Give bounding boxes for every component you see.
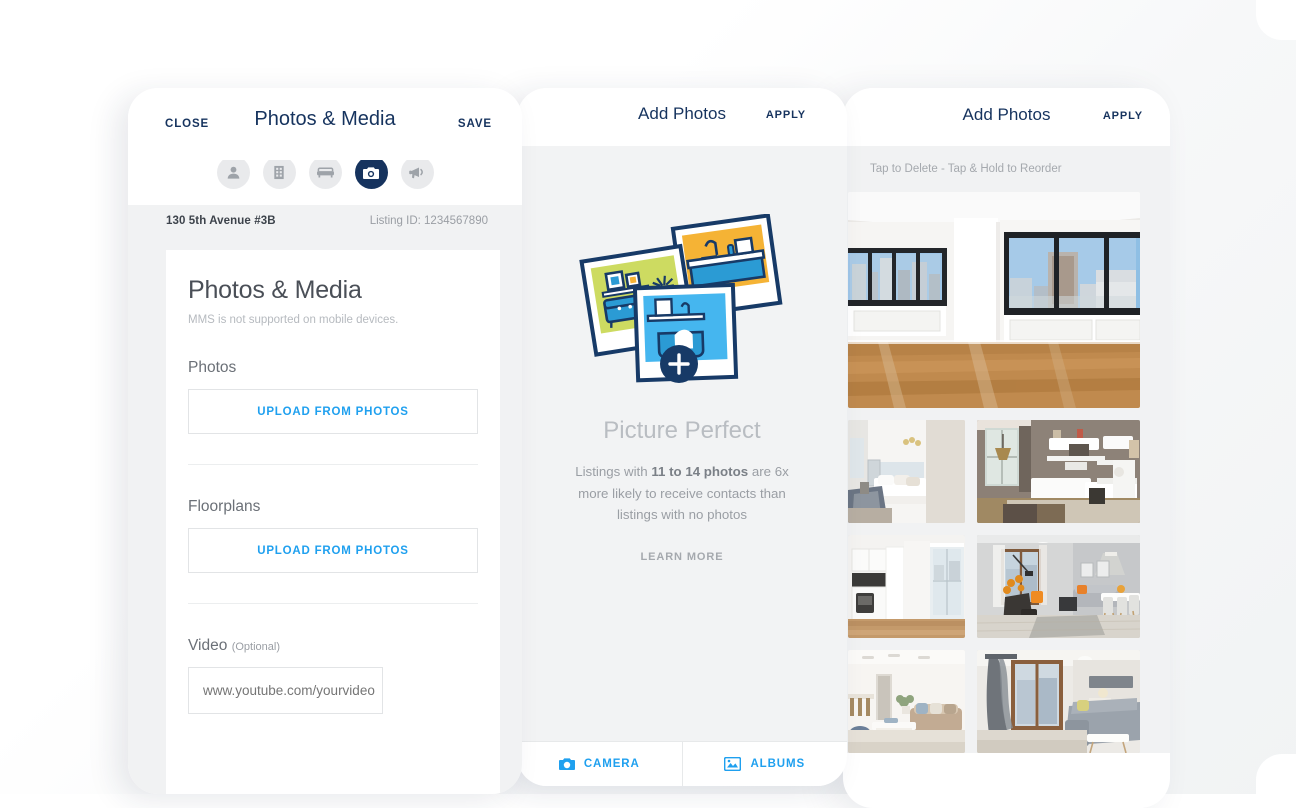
tab-albums[interactable]: ALBUMS xyxy=(681,742,847,786)
photo-grid-row xyxy=(848,650,1143,753)
empty-state-body: Listings with 11 to 14 photos are 6x mor… xyxy=(575,461,790,526)
camera-icon xyxy=(363,166,379,179)
phone1-navbar: CLOSE Photos & Media SAVE xyxy=(128,88,522,160)
empty-state-heading: Picture Perfect xyxy=(603,417,761,444)
photo-stack-illustration xyxy=(575,213,790,389)
albums-icon xyxy=(724,757,742,771)
upload-photos-button[interactable]: UPLOAD FROM PHOTOS xyxy=(188,389,478,434)
phone-screen-add-photos-empty: Add Photos APPLY Picture Perfect Listing… xyxy=(517,88,847,786)
phone3-apply-button[interactable]: APPLY xyxy=(1103,110,1143,122)
tab-photos-media[interactable] xyxy=(354,156,388,189)
building-icon xyxy=(274,165,284,180)
phone-screen-photo-grid: Add Photos APPLY Tap to Delete - Tap & H… xyxy=(843,88,1170,808)
learn-more-link[interactable]: LEARN MORE xyxy=(641,551,724,563)
section-icon-tabs xyxy=(128,156,522,205)
form-subheading: MMS is not supported on mobile devices. xyxy=(188,314,399,326)
thumb-curtained-balcony-lounge xyxy=(977,650,1140,753)
thumb-white-bedroom xyxy=(848,420,965,523)
video-url-input[interactable] xyxy=(188,667,383,714)
photo-tile-hero[interactable] xyxy=(848,192,1140,408)
phone3-hint-text: Tap to Delete - Tap & Hold to Reorder xyxy=(843,146,1170,192)
page-corner-top-right xyxy=(1256,0,1296,40)
divider xyxy=(188,464,478,465)
thumb-white-kitchen xyxy=(848,535,965,638)
phone2-bottom-tabbar: CAMERA ALBUMS xyxy=(517,741,847,786)
person-icon xyxy=(227,166,239,179)
sofa-icon xyxy=(316,167,334,178)
photo-tile-shelving[interactable] xyxy=(977,420,1140,523)
phone-screen-photos-media: CLOSE Photos & Media SAVE 130 5th Avenue… xyxy=(128,88,522,794)
video-label-text: Video xyxy=(188,637,228,654)
photo-grid-row xyxy=(848,535,1143,638)
body-prefix: Listings with xyxy=(575,464,652,479)
upload-floorplans-button[interactable]: UPLOAD FROM PHOTOS xyxy=(188,528,478,573)
screenshot-stage: Add Photos APPLY Tap to Delete - Tap & H… xyxy=(0,0,1296,808)
photo-tile-gray-living-dining[interactable] xyxy=(977,535,1140,638)
video-section-label: Video (Optional) xyxy=(188,637,478,655)
photo-tile-bedroom[interactable] xyxy=(848,420,965,523)
thumb-modern-shelving-unit xyxy=(977,420,1140,523)
hero-empty-living-room-city-view xyxy=(848,192,1140,408)
divider xyxy=(188,603,478,604)
thumb-gray-living-dining-room xyxy=(977,535,1140,638)
video-optional-text: (Optional) xyxy=(231,641,280,653)
form-heading: Photos & Media xyxy=(188,276,362,304)
tab-building[interactable] xyxy=(262,156,296,189)
save-button[interactable]: SAVE xyxy=(458,118,492,130)
phone2-apply-button[interactable]: APPLY xyxy=(766,109,806,121)
photo-grid-row xyxy=(848,420,1143,523)
photo-tile-beige-living[interactable] xyxy=(848,650,965,753)
listing-summary-bar: 130 5th Avenue #3B Listing ID: 123456789… xyxy=(128,205,522,237)
listing-address: 130 5th Avenue #3B xyxy=(166,215,276,227)
tab-marketing[interactable] xyxy=(400,156,434,189)
tab-albums-label: ALBUMS xyxy=(750,758,806,770)
photo-grid xyxy=(843,192,1170,753)
thumb-beige-living-room xyxy=(848,650,965,753)
floorplans-section-label: Floorplans xyxy=(188,498,261,515)
listing-id: Listing ID: 1234567890 xyxy=(369,215,488,227)
empty-state: Picture Perfect Listings with 11 to 14 p… xyxy=(517,146,847,742)
phone3-navbar: Add Photos APPLY xyxy=(843,88,1170,146)
photos-media-form-card: Photos & Media MMS is not supported on m… xyxy=(166,250,500,794)
megaphone-icon xyxy=(409,167,423,178)
photos-section-label: Photos xyxy=(188,359,237,376)
photo-tile-kitchen[interactable] xyxy=(848,535,965,638)
body-bold: 11 to 14 photos xyxy=(651,464,749,479)
tab-sofa[interactable] xyxy=(308,156,342,189)
tab-camera-label: CAMERA xyxy=(583,758,640,770)
phone1-scroll-area[interactable]: Photos & Media MMS is not supported on m… xyxy=(128,237,522,794)
phone2-navbar: Add Photos APPLY xyxy=(517,88,847,146)
camera-icon xyxy=(558,758,575,770)
photo-tile-curtained-lounge[interactable] xyxy=(977,650,1140,753)
tab-camera[interactable]: CAMERA xyxy=(517,742,682,786)
tab-person[interactable] xyxy=(216,156,250,189)
page-corner-bottom-right xyxy=(1256,754,1296,794)
